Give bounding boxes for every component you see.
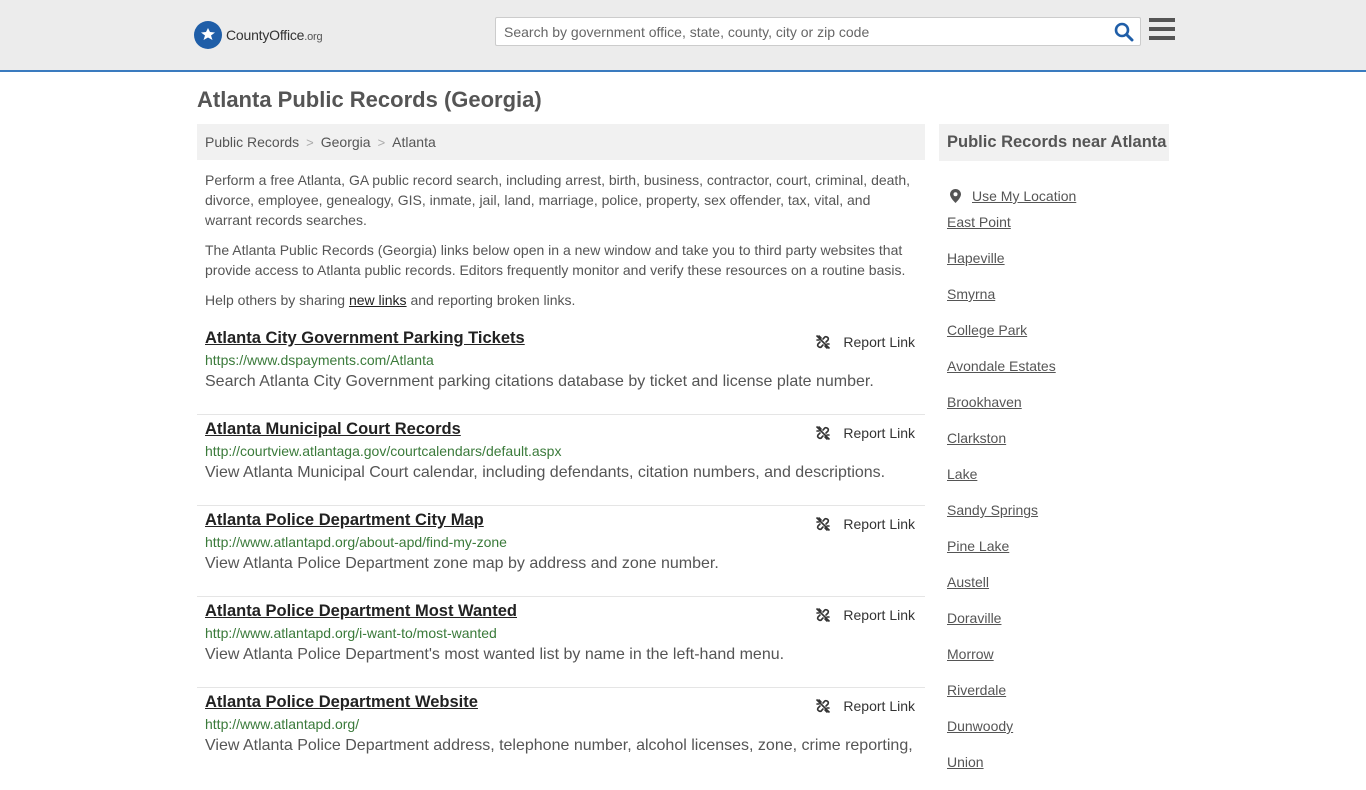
sidebar-city-item: Avondale Estates bbox=[947, 358, 1169, 394]
site-logo[interactable]: CountyOffice.org bbox=[194, 21, 323, 49]
intro-paragraph-1: Perform a free Atlanta, GA public record… bbox=[205, 172, 910, 228]
city-link-pine-lake[interactable]: Pine Lake bbox=[947, 538, 1009, 554]
sidebar-city-item: Morrow bbox=[947, 646, 1169, 682]
record-item: Atlanta Police Department City Map http:… bbox=[197, 506, 925, 597]
intro-paragraph-3: Help others by sharing new links and rep… bbox=[205, 292, 576, 308]
search-box bbox=[495, 17, 1141, 46]
sidebar-city-item: Doraville bbox=[947, 610, 1169, 646]
record-description: Search Atlanta City Government parking c… bbox=[205, 373, 874, 390]
city-link-college-park[interactable]: College Park bbox=[947, 322, 1027, 338]
record-description: View Atlanta Police Department's most wa… bbox=[205, 646, 785, 663]
record-title-link[interactable]: Atlanta Police Department Most Wanted bbox=[205, 602, 517, 621]
breadcrumb: Public Records > Georgia > Atlanta bbox=[197, 124, 925, 160]
record-description: View Atlanta Police Department address, … bbox=[205, 737, 913, 754]
city-link-smyrna[interactable]: Smyrna bbox=[947, 286, 995, 302]
report-link-button[interactable]: Report Link bbox=[815, 425, 915, 441]
site-header: CountyOffice.org bbox=[0, 0, 1366, 72]
sidebar-city-item: Lake bbox=[947, 466, 1169, 502]
broken-link-icon bbox=[816, 607, 831, 623]
sidebar-city-item: Austell bbox=[947, 574, 1169, 610]
intro-paragraph-2: The Atlanta Public Records (Georgia) lin… bbox=[205, 242, 906, 278]
breadcrumb-atlanta[interactable]: Atlanta bbox=[392, 134, 436, 150]
sidebar-city-item: Brookhaven bbox=[947, 394, 1169, 430]
intro-text: Perform a free Atlanta, GA public record… bbox=[197, 160, 925, 310]
record-item: Atlanta Police Department Website http:/… bbox=[197, 688, 925, 779]
record-url: https://www.dspayments.com/Atlanta bbox=[205, 352, 434, 368]
sidebar: Public Records near Atlanta Use My Locat… bbox=[939, 124, 1169, 790]
broken-link-icon bbox=[816, 425, 831, 441]
record-title-link[interactable]: Atlanta Police Department Website bbox=[205, 693, 478, 712]
map-marker-icon bbox=[950, 189, 961, 203]
city-link-dunwoody[interactable]: Dunwoody bbox=[947, 718, 1013, 734]
city-link-riverdale[interactable]: Riverdale bbox=[947, 682, 1006, 698]
record-description: View Atlanta Municipal Court calendar, i… bbox=[205, 464, 886, 481]
city-link-clarkston[interactable]: Clarkston bbox=[947, 430, 1006, 446]
city-link-lake[interactable]: Lake bbox=[947, 466, 977, 482]
breadcrumb-georgia[interactable]: Georgia bbox=[321, 134, 371, 150]
report-link-button[interactable]: Report Link bbox=[815, 334, 915, 350]
search-input[interactable] bbox=[496, 18, 1106, 45]
broken-link-icon bbox=[816, 516, 831, 532]
city-link-east-point[interactable]: East Point bbox=[947, 214, 1011, 230]
city-link-austell[interactable]: Austell bbox=[947, 574, 989, 590]
sidebar-city-item: East Point bbox=[947, 214, 1169, 250]
report-link-button[interactable]: Report Link bbox=[815, 698, 915, 714]
sidebar-city-item: Sandy Springs bbox=[947, 502, 1169, 538]
use-location-row: Use My Location bbox=[947, 178, 1169, 214]
city-link-hapeville[interactable]: Hapeville bbox=[947, 250, 1005, 266]
broken-link-icon bbox=[816, 698, 831, 714]
sidebar-city-item: Clarkston bbox=[947, 430, 1169, 466]
hamburger-menu-icon[interactable] bbox=[1149, 18, 1175, 42]
record-title-link[interactable]: Atlanta Municipal Court Records bbox=[205, 420, 461, 439]
report-link-button[interactable]: Report Link bbox=[815, 607, 915, 623]
logo-text: CountyOffice.org bbox=[226, 27, 323, 43]
nearby-cities-list: Use My Location East Point Hapeville Smy… bbox=[939, 178, 1169, 790]
sidebar-city-item: Smyrna bbox=[947, 286, 1169, 322]
city-link-brookhaven[interactable]: Brookhaven bbox=[947, 394, 1022, 410]
record-description: View Atlanta Police Department zone map … bbox=[205, 555, 719, 572]
new-links-link[interactable]: new links bbox=[349, 292, 407, 308]
record-title-link[interactable]: Atlanta City Government Parking Tickets bbox=[205, 329, 525, 348]
sidebar-city-item: Dunwoody bbox=[947, 718, 1169, 754]
logo-badge-icon bbox=[194, 21, 222, 49]
breadcrumb-separator-icon: > bbox=[377, 134, 386, 150]
main-content: Public Records > Georgia > Atlanta Perfo… bbox=[197, 124, 925, 779]
record-url: http://www.atlantapd.org/ bbox=[205, 716, 360, 732]
records-list: Atlanta City Government Parking Tickets … bbox=[197, 324, 925, 779]
broken-link-icon bbox=[816, 334, 831, 350]
sidebar-title: Public Records near Atlanta bbox=[939, 124, 1169, 161]
city-link-avondale-estates[interactable]: Avondale Estates bbox=[947, 358, 1056, 374]
search-icon[interactable] bbox=[1114, 22, 1134, 42]
report-link-button[interactable]: Report Link bbox=[815, 516, 915, 532]
breadcrumb-separator-icon: > bbox=[306, 134, 314, 150]
city-link-morrow[interactable]: Morrow bbox=[947, 646, 994, 662]
record-item: Atlanta Municipal Court Records http://c… bbox=[197, 415, 925, 506]
sidebar-city-item: Union bbox=[947, 754, 1169, 790]
sidebar-city-item: Riverdale bbox=[947, 682, 1169, 718]
page-title: Atlanta Public Records (Georgia) bbox=[197, 87, 542, 112]
sidebar-city-item: Hapeville bbox=[947, 250, 1169, 286]
record-url: http://www.atlantapd.org/i-want-to/most-… bbox=[205, 625, 497, 641]
record-url: http://courtview.atlantaga.gov/courtcale… bbox=[205, 443, 562, 459]
record-item: Atlanta Police Department Most Wanted ht… bbox=[197, 597, 925, 688]
use-my-location-link[interactable]: Use My Location bbox=[972, 188, 1076, 204]
city-link-sandy-springs[interactable]: Sandy Springs bbox=[947, 502, 1038, 518]
breadcrumb-public-records[interactable]: Public Records bbox=[205, 134, 299, 150]
record-item: Atlanta City Government Parking Tickets … bbox=[197, 324, 925, 415]
record-title-link[interactable]: Atlanta Police Department City Map bbox=[205, 511, 484, 530]
sidebar-city-item: Pine Lake bbox=[947, 538, 1169, 574]
sidebar-city-item: College Park bbox=[947, 322, 1169, 358]
record-url: http://www.atlantapd.org/about-apd/find-… bbox=[205, 534, 507, 550]
city-link-doraville[interactable]: Doraville bbox=[947, 610, 1001, 626]
